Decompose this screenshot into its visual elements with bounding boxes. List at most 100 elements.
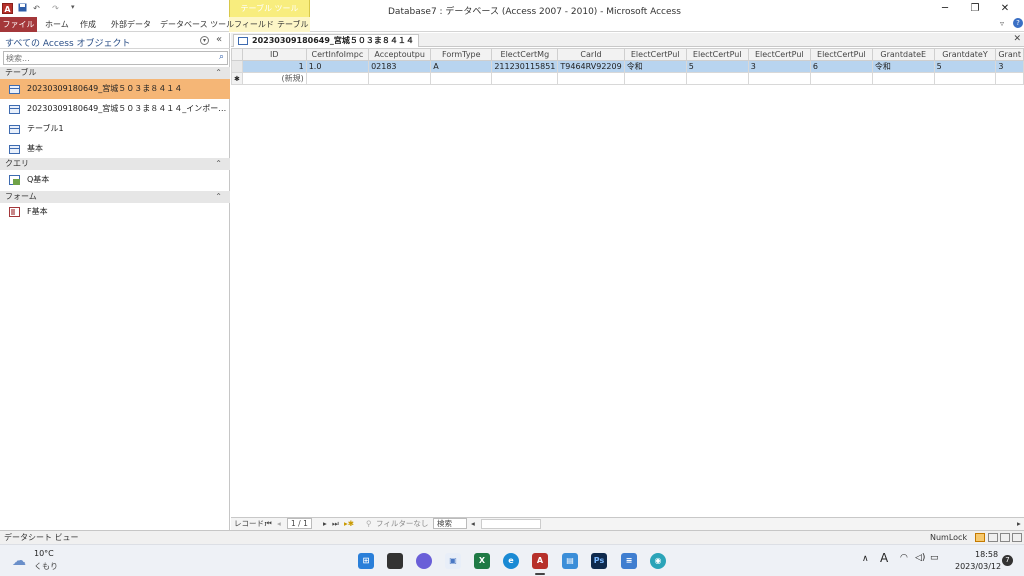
table-cell[interactable] — [430, 72, 493, 85]
table-cell[interactable]: 6 — [809, 60, 873, 73]
search-icon[interactable]: ⌕ — [219, 52, 224, 62]
excel-icon[interactable]: X — [474, 553, 490, 569]
horizontal-scrollbar-thumb[interactable] — [481, 519, 541, 529]
close-document-icon[interactable]: ✕ — [1013, 34, 1021, 44]
pivot-table-view-icon[interactable] — [988, 533, 998, 542]
table-cell[interactable] — [685, 72, 749, 85]
notepad-icon[interactable]: ≡ — [621, 553, 637, 569]
column-header[interactable]: GrantdateY — [933, 48, 997, 61]
current-record-field[interactable]: 1 / 1 — [287, 518, 312, 529]
column-header[interactable]: ElectCertPul — [623, 48, 687, 61]
design-view-icon[interactable] — [1012, 533, 1022, 542]
wifi-icon[interactable]: ◠ — [900, 553, 908, 563]
clock-time[interactable]: 18:58 — [975, 550, 998, 559]
table-cell[interactable]: 211230115851 — [491, 60, 559, 73]
nav-item-query[interactable]: Q基本 — [0, 170, 230, 190]
clock-date[interactable]: 2023/03/12 — [955, 562, 1001, 571]
table-cell[interactable]: 1 — [241, 60, 307, 73]
document-tab[interactable]: 20230309180649_宮城５０３ま８４１４ — [233, 34, 419, 47]
table-cell[interactable]: 1.0 — [305, 60, 370, 73]
table-cell[interactable]: 5 — [685, 60, 749, 73]
column-header[interactable]: FormType — [430, 48, 493, 61]
notification-badge[interactable]: 7 — [1002, 555, 1013, 566]
collapse-group-icon[interactable]: ⌃ — [215, 158, 222, 170]
filter-status[interactable]: フィルターなし — [376, 518, 428, 530]
task-view-icon[interactable] — [387, 553, 403, 569]
explorer-icon[interactable]: ▣ — [445, 553, 461, 569]
table-cell[interactable]: 02183 — [368, 60, 432, 73]
weather-temperature[interactable]: 10°C — [34, 549, 54, 558]
table-cell[interactable] — [557, 72, 625, 85]
tab-table[interactable]: テーブル — [277, 17, 309, 32]
ime-indicator[interactable]: A — [880, 551, 888, 565]
weather-cloud-icon[interactable]: ☁ — [12, 553, 26, 569]
group-header-queries[interactable]: クエリ ⌃ — [0, 158, 230, 170]
table-cell[interactable]: 令和 — [623, 60, 687, 73]
new-record-label[interactable]: (新規) — [241, 72, 307, 85]
column-header[interactable]: ElectCertPul — [809, 48, 873, 61]
last-record-icon[interactable]: ⏭ — [332, 518, 339, 530]
column-header[interactable]: ElectCertMg — [491, 48, 559, 61]
table-cell[interactable]: T9464RV92209 — [557, 60, 625, 73]
windows-start-icon[interactable]: ⊞ — [358, 553, 374, 569]
battery-icon[interactable]: ▭ — [930, 553, 939, 563]
table-cell[interactable] — [623, 72, 687, 85]
table-cell[interactable] — [747, 72, 811, 85]
nav-item-table[interactable]: 20230309180649_宮城５０３ま８４１４ — [0, 79, 230, 99]
access-taskbar-icon[interactable]: A — [532, 553, 548, 569]
table-cell[interactable] — [368, 72, 432, 85]
edge-icon[interactable]: e — [503, 553, 519, 569]
column-header[interactable]: ID — [241, 48, 307, 61]
chat-icon[interactable] — [416, 553, 432, 569]
undo-icon[interactable]: ↶ — [31, 3, 42, 14]
tab-home[interactable]: ホーム — [45, 17, 69, 32]
column-header[interactable]: GrantdateE — [871, 48, 935, 61]
scroll-left-icon[interactable]: ◂ — [471, 518, 475, 530]
column-header[interactable]: Acceptoutpu — [368, 48, 432, 61]
table-row[interactable]: 1 1.0 02183 A 211230115851 T9464RV92209 … — [231, 60, 1024, 73]
first-record-icon[interactable]: ⏮ — [265, 518, 272, 530]
help-icon[interactable]: ? — [1013, 18, 1023, 28]
tab-external-data[interactable]: 外部データ — [111, 17, 151, 32]
nav-pane-title[interactable]: すべての Access オブジェクト — [5, 36, 131, 49]
redo-icon[interactable]: ↷ — [50, 3, 61, 14]
filter-icon[interactable]: ⚲ — [366, 518, 372, 530]
tab-file[interactable]: ファイル — [0, 17, 37, 32]
column-header[interactable]: CertInfoImpc — [305, 48, 370, 61]
table-cell[interactable] — [809, 72, 873, 85]
maximize-button[interactable]: ❐ — [965, 2, 985, 16]
photoshop-icon[interactable]: Ps — [591, 553, 607, 569]
scroll-right-icon[interactable]: ▸ — [1017, 518, 1021, 530]
nav-item-table[interactable]: 基本 — [0, 139, 230, 159]
access-app-icon[interactable]: A — [2, 3, 13, 14]
table-cell[interactable]: 令和 — [871, 60, 935, 73]
save-icon[interactable] — [17, 3, 28, 14]
record-search-input[interactable]: 検索 — [433, 518, 467, 529]
table-cell[interactable] — [491, 72, 559, 85]
table-cell[interactable] — [995, 72, 1024, 85]
minimize-button[interactable]: ─ — [935, 2, 955, 16]
column-header[interactable]: Grant — [995, 48, 1024, 61]
tab-fields[interactable]: フィールド — [234, 17, 274, 32]
table-cell[interactable] — [871, 72, 935, 85]
weather-condition[interactable]: くもり — [34, 561, 58, 572]
tray-overflow-icon[interactable]: ∧ — [862, 554, 869, 564]
ribbon-expand-icon[interactable]: ▿ — [1000, 19, 1004, 28]
tab-database-tools[interactable]: データベース ツール — [160, 17, 234, 32]
table-cell[interactable] — [305, 72, 370, 85]
group-header-tables[interactable]: テーブル ⌃ — [0, 67, 230, 79]
collapse-pane-icon[interactable]: « — [216, 34, 222, 45]
customize-qat-icon[interactable]: ▾ — [71, 3, 75, 11]
column-header[interactable]: ElectCertPul — [747, 48, 811, 61]
datasheet-view-icon[interactable] — [975, 533, 985, 542]
table-cell[interactable]: 3 — [995, 60, 1024, 73]
column-header[interactable]: CarId — [557, 48, 625, 61]
globe-app-icon[interactable]: ◉ — [650, 553, 666, 569]
table-cell[interactable]: 3 — [747, 60, 811, 73]
nav-menu-chevron-icon[interactable]: ▾ — [200, 36, 209, 45]
nav-item-form[interactable]: F基本 — [0, 202, 230, 222]
select-all-cell[interactable] — [231, 48, 243, 61]
nav-item-table[interactable]: 20230309180649_宮城５０３ま８４１４_インポート エラー — [0, 99, 230, 119]
volume-icon[interactable]: ◁) — [915, 553, 925, 563]
tab-create[interactable]: 作成 — [80, 17, 96, 32]
